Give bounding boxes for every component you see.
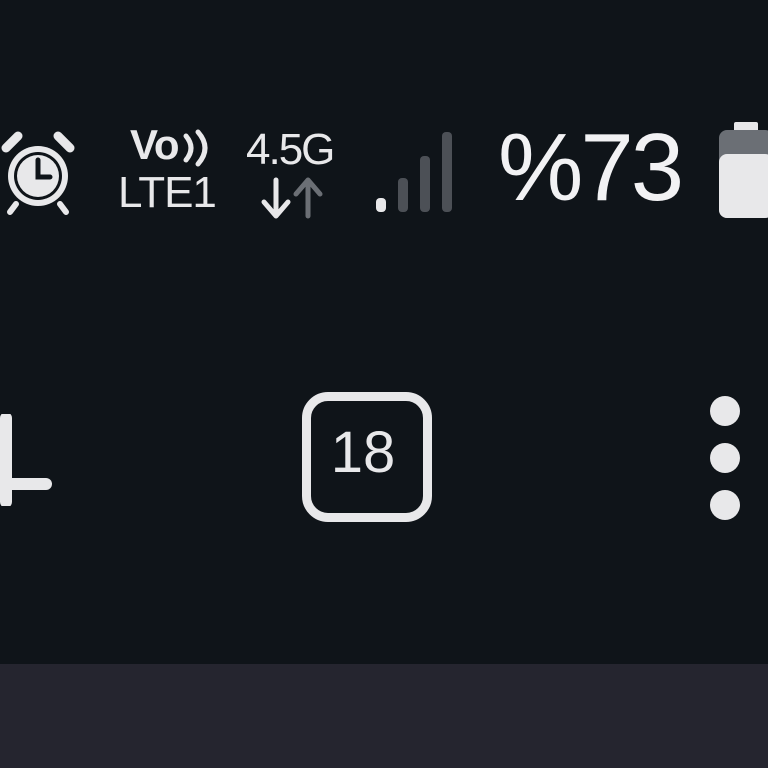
lte-slot-label: LTE1 [118, 168, 217, 217]
tab-switcher-button[interactable]: 18 [298, 388, 436, 526]
tab-count: 18 [330, 420, 396, 485]
menu-dot [710, 443, 740, 473]
more-vertical-icon[interactable] [690, 390, 760, 526]
menu-dot [710, 490, 740, 520]
battery-icon [719, 122, 768, 218]
battery-level-fill [719, 154, 768, 218]
signal-bar [420, 156, 430, 212]
status-bar: Vo LTE1 4.5G %73 [0, 110, 768, 230]
bottom-panel [0, 664, 768, 768]
battery-percent: %73 [498, 114, 684, 221]
network-type-label: 4.5G [246, 125, 335, 174]
plus-icon[interactable] [0, 414, 60, 506]
browser-screen: Vo LTE1 4.5G %73 18 [0, 0, 768, 768]
signal-bar [442, 132, 452, 212]
network-indicator: 4.5G [246, 128, 356, 224]
browser-toolbar: 18 [0, 388, 768, 528]
volte-indicator: Vo LTE1 [118, 124, 238, 220]
menu-dot [710, 396, 740, 426]
signal-bar [376, 198, 386, 212]
data-activity-icon [261, 177, 323, 219]
volte-label: Vo [130, 121, 180, 168]
call-waves-icon [183, 129, 208, 167]
cell-signal-icon [376, 132, 452, 212]
alarm-clock-icon [1, 131, 75, 215]
signal-bar [398, 178, 408, 212]
